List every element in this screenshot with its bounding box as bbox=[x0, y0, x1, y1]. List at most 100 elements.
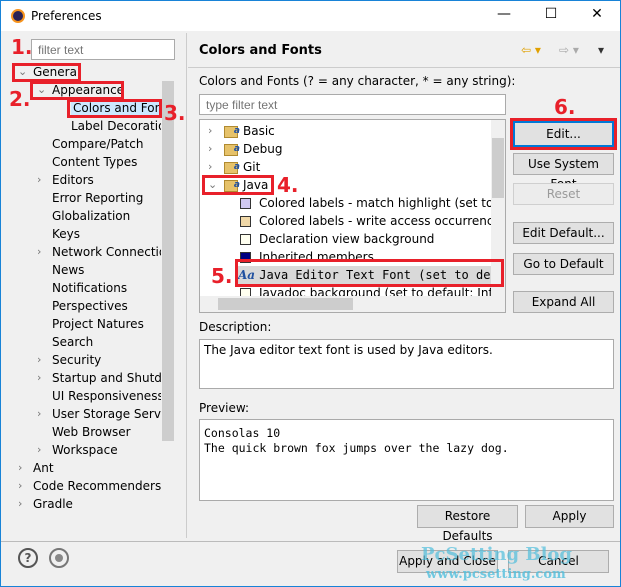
annotation-5: 5. bbox=[211, 264, 233, 288]
tree-item[interactable]: Project Natures bbox=[52, 315, 144, 333]
forward-icon[interactable]: ⇨ ▾ bbox=[559, 43, 579, 57]
tree-item-label: Perspectives bbox=[52, 299, 128, 313]
folder-icon bbox=[224, 140, 240, 158]
item-label: Basic bbox=[243, 124, 275, 138]
tree-item-label: Globalization bbox=[52, 209, 131, 223]
tree-item[interactable]: Compare/Patch bbox=[52, 135, 143, 153]
chevron-right-icon[interactable]: › bbox=[37, 243, 41, 261]
folder-icon bbox=[224, 122, 240, 140]
chevron-right-icon[interactable]: › bbox=[18, 459, 22, 477]
tree-item-label: Ant bbox=[33, 461, 54, 475]
page-title: Colors and Fonts bbox=[199, 43, 322, 58]
tree-item-label: Error Reporting bbox=[52, 191, 144, 205]
tree-item-label: UI Responsiveness bbox=[52, 389, 164, 403]
window-title: Preferences bbox=[31, 9, 102, 23]
tree-item[interactable]: › Code Recommenders bbox=[18, 477, 161, 495]
tree-item[interactable]: › Gradle bbox=[18, 495, 73, 513]
color-swatch-icon bbox=[240, 234, 251, 245]
item-label: Colored labels - write access occurrence… bbox=[259, 214, 506, 228]
highlight-java bbox=[202, 175, 274, 195]
annotation-1: 1. bbox=[11, 35, 33, 59]
restore-defaults-button[interactable]: Restore Defaults bbox=[417, 505, 518, 543]
watermark-url: www.pcsetting.com bbox=[426, 567, 566, 582]
highlight-java-editor-font bbox=[235, 259, 504, 287]
highlight-general bbox=[12, 63, 81, 82]
tree-item[interactable]: News bbox=[52, 261, 84, 279]
tree-item[interactable]: › Editors bbox=[37, 171, 94, 189]
chevron-right-icon[interactable]: › bbox=[208, 140, 212, 158]
tree-item[interactable]: Perspectives bbox=[52, 297, 128, 315]
preview-font-name: Consolas 10 bbox=[204, 426, 281, 440]
tree-item-label: Gradle bbox=[33, 497, 73, 511]
highlight-colors-fonts bbox=[67, 99, 162, 118]
tree-item[interactable]: Error Reporting bbox=[52, 189, 143, 207]
color-swatch-icon bbox=[240, 198, 251, 209]
tree-item[interactable]: › Workspace bbox=[37, 441, 118, 459]
highlight-edit bbox=[510, 118, 617, 150]
chevron-right-icon[interactable]: › bbox=[208, 122, 212, 140]
tree-item[interactable]: › Network Connectio bbox=[37, 243, 167, 261]
tree-item[interactable]: › User Storage Servic bbox=[37, 405, 171, 423]
color-font-item[interactable]: Colored labels - write access occurrence… bbox=[240, 212, 506, 230]
title-bar: Preferences — ☐ ✕ bbox=[1, 1, 620, 31]
annotation-3: 3. bbox=[164, 101, 186, 125]
go-to-default-button[interactable]: Go to Default bbox=[513, 253, 614, 275]
tree-item-label: Network Connectio bbox=[52, 245, 167, 259]
item-label: Declaration view background bbox=[259, 232, 435, 246]
menu-icon[interactable]: ▾ bbox=[598, 43, 604, 57]
tree-item-label: Workspace bbox=[52, 443, 118, 457]
chevron-right-icon[interactable]: › bbox=[37, 405, 41, 423]
reset-button[interactable]: Reset bbox=[513, 183, 614, 205]
import-export-icon[interactable] bbox=[49, 548, 69, 568]
tree-item-label: Security bbox=[52, 353, 102, 367]
description-box: The Java editor text font is used by Jav… bbox=[199, 339, 614, 389]
tree-item[interactable]: Search bbox=[52, 333, 93, 351]
item-label: Colored labels - match highlight (set to… bbox=[259, 196, 505, 210]
tree-item[interactable]: UI Responsiveness bbox=[52, 387, 164, 405]
chevron-right-icon[interactable]: › bbox=[37, 351, 41, 369]
close-button[interactable]: ✕ bbox=[582, 6, 612, 26]
type-filter-input[interactable] bbox=[199, 94, 506, 115]
tree-item-label: Search bbox=[52, 335, 94, 349]
filter-input[interactable] bbox=[31, 39, 175, 60]
color-font-item[interactable]: Declaration view background bbox=[240, 230, 434, 248]
tree-item[interactable]: Notifications bbox=[52, 279, 127, 297]
preview-label: Preview: bbox=[199, 401, 250, 415]
color-font-item[interactable]: › Git bbox=[208, 158, 260, 176]
left-scrollbar[interactable] bbox=[161, 63, 175, 533]
chevron-right-icon[interactable]: › bbox=[37, 441, 41, 459]
tree-item[interactable]: Label Decoratio bbox=[71, 117, 165, 135]
color-swatch-icon bbox=[240, 216, 251, 227]
tree-item[interactable]: Globalization bbox=[52, 207, 130, 225]
annotation-6: 6. bbox=[554, 95, 576, 119]
use-system-font-button[interactable]: Use System Font bbox=[513, 153, 614, 191]
chevron-right-icon[interactable]: › bbox=[208, 158, 212, 176]
tree-item-label: Web Browser bbox=[52, 425, 131, 439]
chevron-right-icon[interactable]: › bbox=[37, 369, 41, 387]
tree-item[interactable]: › Startup and Shutdo bbox=[37, 369, 169, 387]
tree-item[interactable]: Content Types bbox=[52, 153, 137, 171]
tree-item-label: Content Types bbox=[52, 155, 138, 169]
minimize-button[interactable]: — bbox=[489, 6, 519, 26]
edit-default-button[interactable]: Edit Default... bbox=[513, 222, 614, 244]
apply-button[interactable]: Apply bbox=[525, 505, 614, 528]
tree-item-label: Editors bbox=[52, 173, 94, 187]
back-icon[interactable]: ⇦ ▾ bbox=[521, 43, 541, 57]
tree-item[interactable]: Keys bbox=[52, 225, 80, 243]
help-icon[interactable]: ? bbox=[18, 548, 38, 568]
tree-item-label: News bbox=[52, 263, 85, 277]
tree-item[interactable]: Web Browser bbox=[52, 423, 131, 441]
color-font-item[interactable]: › Basic bbox=[208, 122, 275, 140]
tree-item[interactable]: › Ant bbox=[18, 459, 54, 477]
maximize-button[interactable]: ☐ bbox=[536, 6, 566, 26]
color-font-item[interactable]: › Debug bbox=[208, 140, 282, 158]
chevron-right-icon[interactable]: › bbox=[18, 477, 22, 495]
annotation-4: 4. bbox=[277, 173, 299, 197]
tree-hscrollbar[interactable] bbox=[200, 296, 505, 312]
expand-all-button[interactable]: Expand All bbox=[513, 291, 614, 313]
chevron-right-icon[interactable]: › bbox=[18, 495, 22, 513]
tree-item[interactable]: › Security bbox=[37, 351, 102, 369]
tree-item-label: Project Natures bbox=[52, 317, 144, 331]
description-label: Description: bbox=[199, 320, 272, 334]
chevron-right-icon[interactable]: › bbox=[37, 171, 41, 189]
